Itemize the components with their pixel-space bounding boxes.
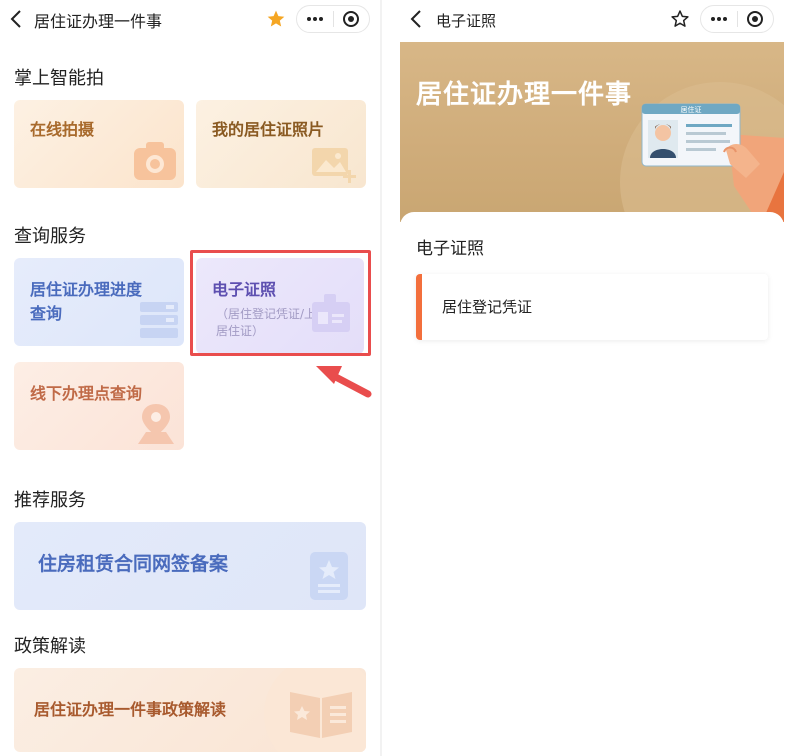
id-card-illustration: 居住证 [641,103,784,222]
page-title: 居住证办理一件事 [34,12,163,31]
card-label: 线下办理点查询 [30,384,143,403]
more-button[interactable] [701,6,737,32]
location-pin-icon [138,404,174,444]
page-title: 电子证照 [436,12,497,30]
highlight-annotation-box [190,250,371,356]
card-label: 我的居住证照片 [212,120,325,139]
more-icon [306,17,323,21]
banner-title: 居住证办理一件事 [416,80,633,110]
back-button[interactable] [410,10,426,30]
certificate-item-label: 居住登记凭证 [442,298,533,316]
target-icon [747,11,764,27]
more-icon [710,17,727,21]
star-filled-icon [267,10,285,27]
progress-query-card[interactable]: 居住证办理进度 查询 [14,258,184,346]
card-label-line2: 查询 [30,304,63,323]
camera-icon [134,142,176,180]
item-accent-bar [416,274,422,340]
card-label-line1: 居住证办理进度 [30,280,143,299]
star-badge-icon [310,552,348,600]
chevron-left-icon [410,10,421,28]
favorite-button[interactable] [264,7,288,31]
image-add-icon [312,148,356,183]
policy-interpretation-card[interactable]: 居住证办理一件事政策解读 [14,668,366,752]
offline-location-card[interactable]: 线下办理点查询 [14,362,184,450]
card-label: 住房租赁合同网签备案 [38,553,229,575]
banner: 居住证办理一件事 居住证 [400,42,784,222]
chevron-left-icon [10,10,21,28]
section-title-smart-photo: 掌上智能拍 [14,68,104,89]
target-icon [343,11,360,27]
mini-program-capsule [700,5,774,33]
certificate-item[interactable]: 居住登记凭证 [416,274,768,340]
book-icon [290,692,352,738]
section-title-recommend: 推荐服务 [14,490,86,511]
close-mini-program-button[interactable] [737,6,773,32]
online-photo-card[interactable]: 在线拍摄 [14,100,184,188]
card-label: 居住证办理一件事政策解读 [34,700,227,719]
rental-contract-card[interactable]: 住房租赁合同网签备案 [14,522,366,610]
arrow-icon [316,366,372,398]
my-residence-photo-card[interactable]: 我的居住证照片 [196,100,366,188]
more-button[interactable] [297,6,333,32]
list-icon [140,302,178,338]
section-title-ecert: 电子证照 [416,239,484,259]
close-mini-program-button[interactable] [333,6,369,32]
content-card: 电子证照 居住登记凭证 [400,212,784,756]
section-title-policy: 政策解读 [14,636,86,657]
id-card-label: 居住证 [681,105,702,114]
left-panel: 居住证办理一件事 掌上智能拍 在线拍摄 我的居住证照片 查询服务 居住证办理进度… [0,0,380,756]
nav-bar: 电子证照 [382,0,786,40]
card-label: 在线拍摄 [30,120,95,139]
right-panel: 电子证照 居住证办理一件事 居住证 电子证照 居住登记凭证 [382,0,786,756]
section-title-query: 查询服务 [14,226,86,247]
back-button[interactable] [10,10,26,30]
star-outline-icon [671,10,689,27]
favorite-button[interactable] [668,7,692,31]
nav-bar: 居住证办理一件事 [0,0,380,40]
mini-program-capsule [296,5,370,33]
